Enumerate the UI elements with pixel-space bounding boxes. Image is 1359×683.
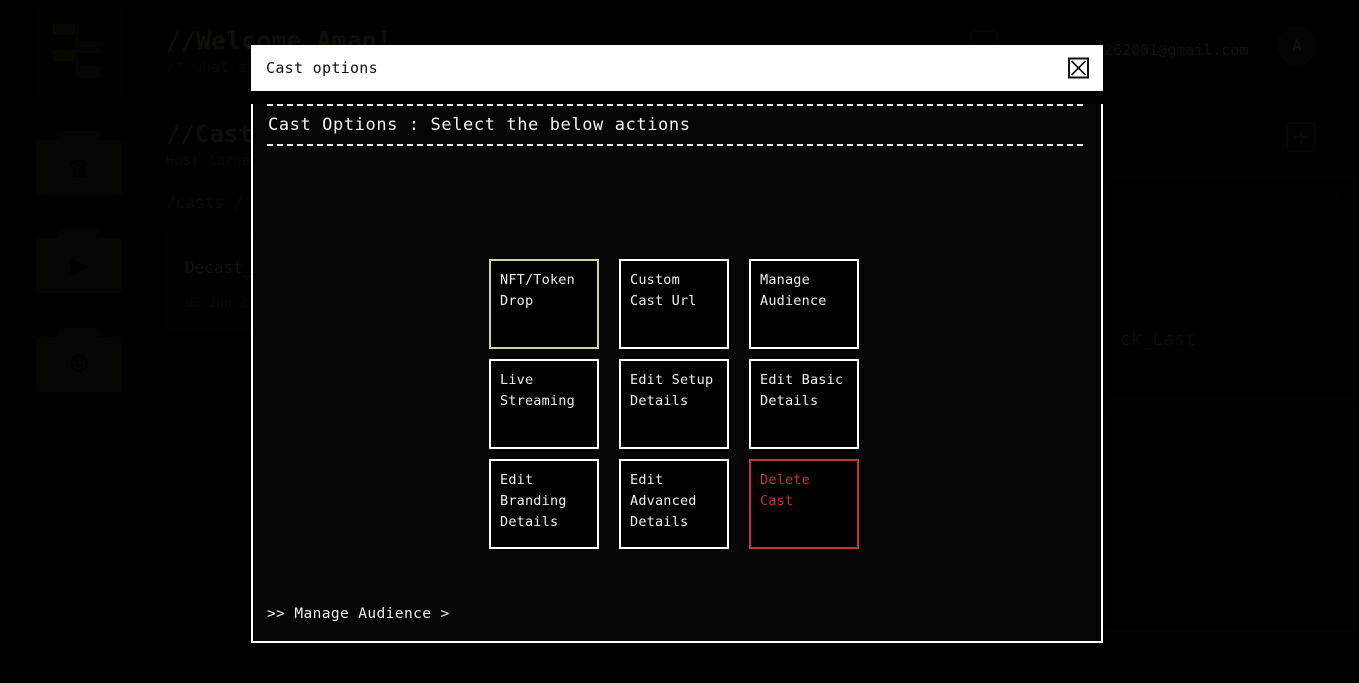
option-edit-setup-details[interactable]: Edit Setup Details xyxy=(619,359,729,449)
option-custom-cast-url[interactable]: Custom Cast Url xyxy=(619,259,729,349)
app-root: ☎ ▶ ☺ //Welcome Aman! /* what e 262001@g… xyxy=(0,0,1359,683)
dialog-titlebar: Cast options xyxy=(251,45,1103,91)
dialog-heading-block: Cast Options : Select the below actions xyxy=(267,104,1083,146)
option-edit-advanced-details[interactable]: Edit Advanced Details xyxy=(619,459,729,549)
dialog-body: Cast Options : Select the below actions … xyxy=(251,104,1103,643)
option-nft-token-drop[interactable]: NFT/Token Drop xyxy=(489,259,599,349)
dialog-heading: Cast Options : Select the below actions xyxy=(268,115,691,135)
close-x-icon[interactable] xyxy=(1068,57,1089,79)
manage-audience-link[interactable]: >> Manage Audience > xyxy=(267,606,450,622)
option-edit-branding-details[interactable]: Edit Branding Details xyxy=(489,459,599,549)
option-delete-cast[interactable]: Delete Cast xyxy=(749,459,859,549)
cast-options-grid: NFT/Token Drop Custom Cast Url Manage Audi… xyxy=(489,259,859,549)
option-edit-basic-details[interactable]: Edit Basic Details xyxy=(749,359,859,449)
cast-options-dialog: Cast options Cast Options : Select the b… xyxy=(251,45,1103,643)
option-live-streaming[interactable]: Live Streaming xyxy=(489,359,599,449)
dialog-title: Cast options xyxy=(266,59,378,77)
option-manage-audience[interactable]: Manage Audience xyxy=(749,259,859,349)
